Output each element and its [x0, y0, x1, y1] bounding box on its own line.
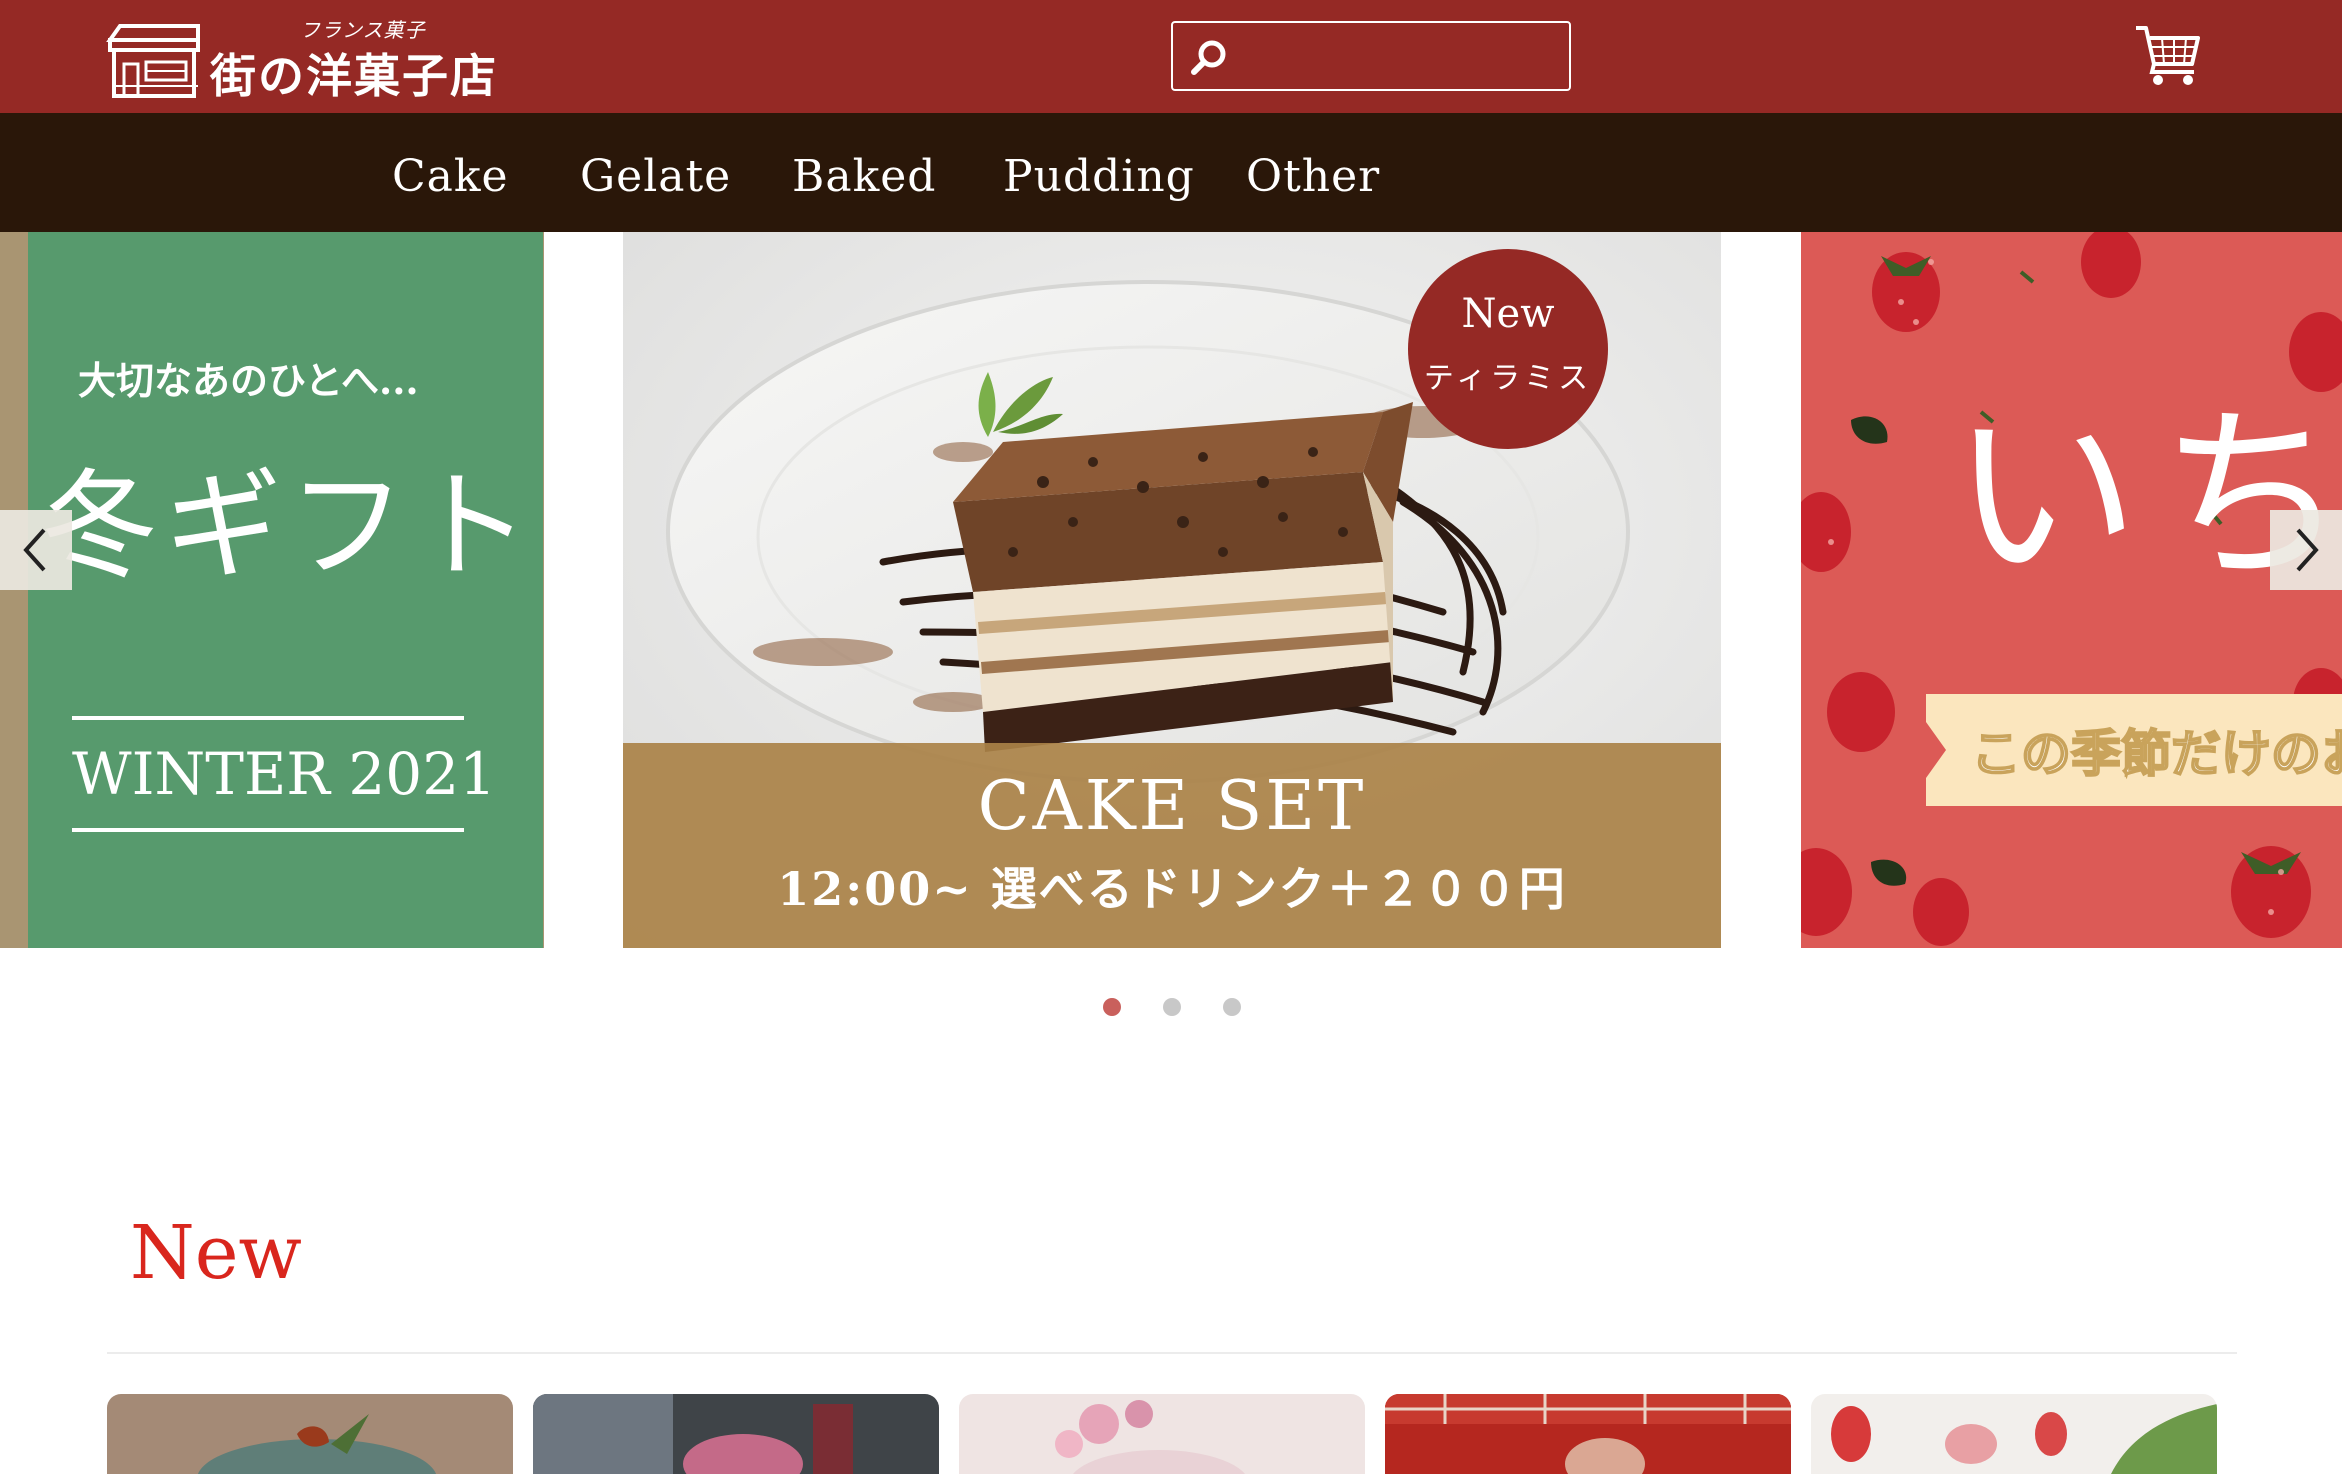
search-icon[interactable]: [1189, 38, 1229, 78]
winter-gift-title: 冬ギフト: [40, 457, 537, 595]
cake-set-title: CAKE SET: [977, 767, 1367, 846]
cake-set-subtitle: 12:00~ 選べるドリンク＋２００円: [777, 862, 1567, 916]
badge-new-label: New: [1461, 291, 1555, 337]
section-title-new: New: [130, 1210, 302, 1296]
divider-line: [72, 828, 464, 832]
strawberry-ribbon-text: この季節だけのお: [1970, 723, 2342, 784]
carousel-dots: [1100, 998, 1250, 1018]
nav-item-gelate[interactable]: Gelate: [580, 151, 731, 202]
carousel-dot-2[interactable]: [1163, 998, 1181, 1016]
product-image: [959, 1394, 1365, 1474]
new-item-badge: New ティラミス: [1408, 249, 1608, 449]
carousel-dot-3[interactable]: [1223, 998, 1241, 1016]
search-input[interactable]: [1243, 33, 1558, 79]
product-image: [107, 1394, 513, 1474]
hero-carousel: 大切なあのひとへ... 冬ギフト WINTER 2021 New ティラミス C…: [0, 232, 2342, 948]
product-card[interactable]: [1811, 1394, 2217, 1474]
nav-item-cake[interactable]: Cake: [392, 151, 509, 202]
carousel-prev-button[interactable]: [0, 510, 72, 590]
product-card[interactable]: [959, 1394, 1365, 1474]
product-image: [533, 1394, 939, 1474]
chevron-right-icon: [2296, 528, 2319, 572]
shop-icon: [106, 24, 200, 98]
product-card[interactable]: [533, 1394, 939, 1474]
slide-winter-gift[interactable]: 大切なあのひとへ... 冬ギフト WINTER 2021: [0, 232, 544, 948]
cake-set-caption: CAKE SET 12:00~ 選べるドリンク＋２００円: [623, 743, 1721, 948]
winter-gift-tag: WINTER 2021: [72, 740, 497, 808]
product-card[interactable]: [107, 1394, 513, 1474]
section-divider: [107, 1352, 2237, 1354]
product-image: [1811, 1394, 2217, 1474]
badge-product-name: ティラミス: [1423, 361, 1593, 396]
product-card[interactable]: [1385, 1394, 1791, 1474]
carousel-next-button[interactable]: [2270, 510, 2342, 590]
nav-item-baked[interactable]: Baked: [792, 151, 936, 202]
cart-icon[interactable]: [2132, 20, 2204, 92]
logo-title: 街の洋菓子店: [210, 49, 498, 103]
product-image: [1385, 1394, 1791, 1474]
category-nav: Cake Gelate Baked Pudding Other: [0, 113, 2342, 232]
slide-cake-set[interactable]: New ティラミス CAKE SET 12:00~ 選べるドリンク＋２００円: [623, 232, 1721, 948]
logo-subtitle: フランス菓子: [300, 18, 426, 42]
divider-line: [72, 716, 464, 720]
chevron-left-icon: [23, 528, 46, 572]
slide-strawberry[interactable]: いち この季節だけのお: [1801, 232, 2342, 948]
site-logo[interactable]: フランス菓子 街の洋菓子店: [104, 12, 524, 103]
search-box[interactable]: [1171, 21, 1571, 91]
ribbon-notch: [1906, 694, 1946, 806]
carousel-dot-1[interactable]: [1103, 998, 1121, 1016]
nav-item-other[interactable]: Other: [1246, 151, 1380, 202]
nav-item-pudding[interactable]: Pudding: [1003, 151, 1195, 202]
winter-gift-subtitle: 大切なあのひとへ...: [78, 358, 419, 403]
site-header: フランス菓子 街の洋菓子店: [0, 0, 2342, 113]
